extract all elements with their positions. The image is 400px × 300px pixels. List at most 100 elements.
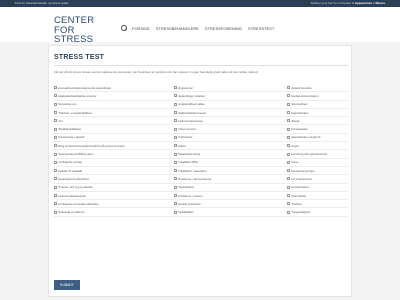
symptom-option[interactable]: Muskelspænding	[174, 152, 200, 156]
symptom-checkbox[interactable]	[174, 86, 177, 90]
symptom-checkbox[interactable]	[287, 194, 290, 198]
symptom-option[interactable]: Nedsat lyst/sexliv	[174, 202, 201, 206]
symptom-checkbox[interactable]	[287, 152, 290, 156]
symptom-checkbox[interactable]	[287, 127, 290, 131]
symptom-checkbox[interactable]	[287, 169, 290, 173]
symptom-checkbox[interactable]	[54, 135, 57, 139]
symptom-option[interactable]: Nakke/skuldersmerter	[174, 111, 206, 115]
symptom-option[interactable]: Ulcus smerter	[174, 127, 196, 131]
symptom-option[interactable]: Undvigelse af flugt	[54, 160, 82, 164]
symptom-checkbox[interactable]	[174, 185, 177, 189]
symptom-checkbox[interactable]	[287, 102, 290, 106]
nav-item-stressforening[interactable]: Stressforening	[205, 26, 242, 31]
symptom-checkbox[interactable]	[54, 94, 57, 98]
symptom-option[interactable]: Svimmelhed	[287, 102, 307, 106]
symptom-checkbox[interactable]	[174, 202, 177, 206]
symptom-checkbox[interactable]	[174, 135, 177, 139]
symptom-checkbox[interactable]	[174, 177, 177, 181]
symptom-checkbox[interactable]	[54, 111, 57, 115]
site-logo[interactable]: CENTER FOR STRESS	[54, 16, 114, 45]
symptom-checkbox[interactable]	[54, 194, 57, 198]
symptom-checkbox[interactable]	[174, 94, 177, 98]
symptom-checkbox[interactable]	[174, 119, 177, 123]
symptom-option[interactable]: Ulcus	[287, 160, 298, 164]
symptom-option[interactable]: Irritabilitet i mave/tarm	[174, 169, 207, 173]
symptom-option[interactable]: Forstoppelse	[287, 127, 308, 131]
symptom-option[interactable]: Uro	[54, 119, 63, 123]
symptom-option[interactable]: Søvnløshed	[174, 185, 194, 189]
search-icon[interactable]	[121, 25, 127, 31]
symptom-checkbox[interactable]	[287, 160, 290, 164]
symptom-option[interactable]: Tristhed	[287, 202, 302, 206]
symptom-option[interactable]: Anspændthed nakke	[174, 102, 205, 106]
symptom-checkbox[interactable]	[174, 194, 177, 198]
symptom-checkbox[interactable]	[287, 111, 290, 115]
symptom-option[interactable]: Hovedpine/migrænelignende spændinger	[54, 86, 111, 90]
symptom-checkbox[interactable]	[174, 152, 177, 156]
symptom-checkbox[interactable]	[54, 144, 57, 148]
symptom-option[interactable]: Allergi	[287, 119, 299, 123]
symptom-checkbox[interactable]	[54, 119, 57, 123]
symptom-checkbox[interactable]	[287, 210, 290, 214]
symptom-option[interactable]: Koncentration	[287, 185, 309, 189]
symptom-option[interactable]: Seksuelle problemer	[54, 210, 85, 214]
symptom-option[interactable]: Nedsat koncentration	[287, 94, 319, 98]
symptom-checkbox[interactable]	[54, 160, 57, 164]
symptom-option[interactable]: Tungsindighed	[287, 210, 310, 214]
nav-item-stresstest[interactable]: Stresstest	[248, 26, 274, 31]
symptom-option[interactable]: Brug af nikotin/sovepiller/medicin på gr…	[54, 144, 124, 148]
symptom-checkbox[interactable]	[287, 86, 290, 90]
symptom-option[interactable]: Let irriteret/vred	[287, 177, 311, 181]
submit-button[interactable]: SUBMIT	[54, 280, 80, 290]
symptom-option[interactable]: Diarré	[174, 144, 186, 148]
symptom-checkbox[interactable]	[174, 210, 177, 214]
symptom-checkbox[interactable]	[54, 185, 57, 189]
symptom-option[interactable]: Spændinger i kæben	[174, 94, 205, 98]
symptom-checkbox[interactable]	[287, 135, 290, 139]
symptom-checkbox[interactable]	[54, 86, 57, 90]
symptom-option[interactable]: Appetit forandre	[287, 86, 312, 90]
symptom-checkbox[interactable]	[174, 102, 177, 106]
symptom-option[interactable]: Grådlabilitet	[174, 210, 194, 214]
symptom-checkbox[interactable]	[287, 185, 290, 189]
symptom-checkbox[interactable]	[54, 152, 57, 156]
symptom-option[interactable]: Hjælpeløshedsfølelse smerter	[54, 94, 97, 98]
symptom-checkbox[interactable]	[174, 169, 177, 173]
symptom-option[interactable]: Smerter ved ryg og skuldre	[54, 185, 93, 189]
nav-item-forside[interactable]: Forside	[132, 26, 150, 31]
symptom-checkbox[interactable]	[287, 144, 290, 148]
symptom-checkbox[interactable]	[174, 160, 177, 164]
symptom-option[interactable]: Hukommelsesbesvær	[54, 194, 86, 198]
symptom-option[interactable]: Overvældet	[287, 194, 306, 198]
symptom-option[interactable]: Undvigelse af sociale aktiviteter	[54, 202, 99, 206]
symptom-checkbox[interactable]	[54, 202, 57, 206]
symptom-option[interactable]: Humørsvingninger	[287, 169, 315, 173]
symptom-option[interactable]: Hjertebanken lungprob	[287, 135, 320, 139]
symptom-checkbox[interactable]	[287, 177, 290, 181]
symptom-checkbox[interactable]	[174, 111, 177, 115]
symptom-checkbox[interactable]	[174, 127, 177, 131]
symptom-checkbox[interactable]	[54, 169, 57, 173]
symptom-checkbox[interactable]	[54, 177, 57, 181]
symptom-checkbox[interactable]	[54, 127, 57, 131]
symptom-checkbox[interactable]	[287, 119, 290, 123]
symptom-option[interactable]: Depression/nedtrykthed	[54, 177, 89, 181]
symptom-option[interactable]: Træthed, energiforladthed	[54, 111, 92, 115]
symptom-option[interactable]: Forvirring eller glemsomhed	[287, 152, 327, 156]
symptom-option[interactable]: Irritabilitet (IBS)	[174, 160, 198, 164]
symptom-option[interactable]: Hukommelsessvigt	[174, 119, 202, 123]
symptom-option[interactable]: Forbrænde	[174, 135, 193, 139]
symptom-checkbox[interactable]	[54, 210, 57, 214]
symptom-option[interactable]: Forstyrrelse i appetit	[54, 135, 84, 139]
appearance-menus-link[interactable]: Appearance > Menus	[355, 1, 385, 5]
symptom-checkbox[interactable]	[287, 94, 290, 98]
symptom-option[interactable]: Følelse af vægttab	[54, 169, 82, 173]
symptom-option[interactable]: Angst	[287, 144, 299, 148]
symptom-option[interactable]: Rygsmerter	[174, 86, 193, 90]
symptom-checkbox[interactable]	[287, 202, 290, 206]
symptom-option[interactable]: Problemer i tarmsystemet	[174, 177, 211, 181]
symptom-option[interactable]: Søvnproblemer/Dårlig søvn	[54, 152, 93, 156]
symptom-option[interactable]: Hjertebanken	[287, 111, 308, 115]
symptom-option[interactable]: Problemer i maven	[174, 194, 202, 198]
nav-item-stressbehandlere[interactable]: Stressbehandlere	[156, 26, 199, 31]
